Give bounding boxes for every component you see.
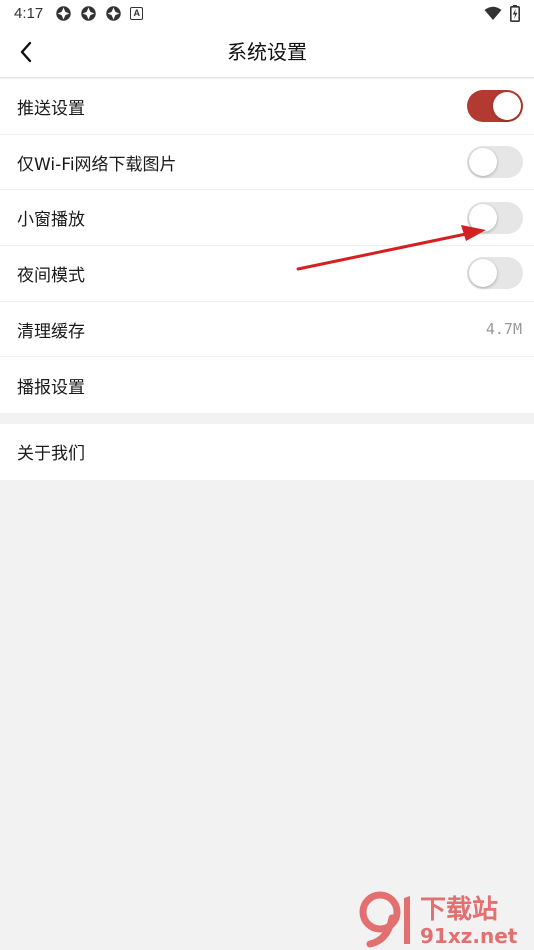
about-list: 关于我们 [0, 424, 534, 480]
status-icons-right [484, 4, 520, 22]
battery-charging-icon [510, 4, 520, 22]
toggle-knob [469, 259, 497, 288]
settings-row-wifi-only-images[interactable]: 仅Wi-Fi网络下载图片 [0, 135, 534, 191]
svg-text:91xz.net: 91xz.net [420, 924, 518, 948]
push-settings-toggle[interactable] [467, 90, 523, 123]
mini-window-toggle[interactable] [467, 201, 523, 234]
settings-list: 推送设置 仅Wi-Fi网络下载图片 小窗播放 夜间模式 清理缓存 4.7M 播报… [0, 79, 534, 413]
settings-row-about-us[interactable]: 关于我们 [0, 424, 534, 480]
app-notification-icon [56, 5, 71, 21]
settings-row-broadcast[interactable]: 播报设置 [0, 357, 534, 413]
settings-row-label: 推送设置 [17, 98, 85, 119]
settings-row-label: 清理缓存 [17, 321, 85, 342]
site-watermark-logo: 下载站 91xz.net [359, 891, 518, 948]
status-bar: 4:17 A [0, 0, 534, 26]
night-mode-toggle[interactable] [467, 257, 523, 290]
wifi-only-images-toggle[interactable] [467, 146, 523, 179]
toggle-knob [493, 92, 521, 121]
settings-row-label: 关于我们 [17, 444, 85, 465]
settings-row-label: 播报设置 [17, 377, 85, 398]
settings-row-night-mode[interactable]: 夜间模式 [0, 246, 534, 302]
settings-row-push[interactable]: 推送设置 [0, 79, 534, 135]
page-title: 系统设置 [227, 40, 307, 64]
app-header: 系统设置 [0, 26, 534, 78]
svg-text:下载站: 下载站 [420, 895, 498, 925]
settings-row-mini-window[interactable]: 小窗播放 [0, 190, 534, 247]
settings-row-label: 夜间模式 [17, 265, 85, 286]
toggle-knob [469, 203, 497, 232]
settings-row-label: 小窗播放 [17, 210, 85, 231]
cache-size-value: 4.7M [485, 320, 522, 339]
status-icons-left: A [55, 5, 144, 22]
status-time: 4:17 [14, 4, 44, 22]
toggle-knob [469, 148, 497, 177]
a-letter-icon: A [130, 6, 144, 20]
settings-row-clear-cache[interactable]: 清理缓存 4.7M [0, 302, 534, 358]
wifi-icon [484, 6, 502, 20]
settings-row-label: 仅Wi-Fi网络下载图片 [17, 154, 177, 175]
app-notification-icon [81, 5, 96, 21]
app-notification-icon [106, 5, 121, 21]
